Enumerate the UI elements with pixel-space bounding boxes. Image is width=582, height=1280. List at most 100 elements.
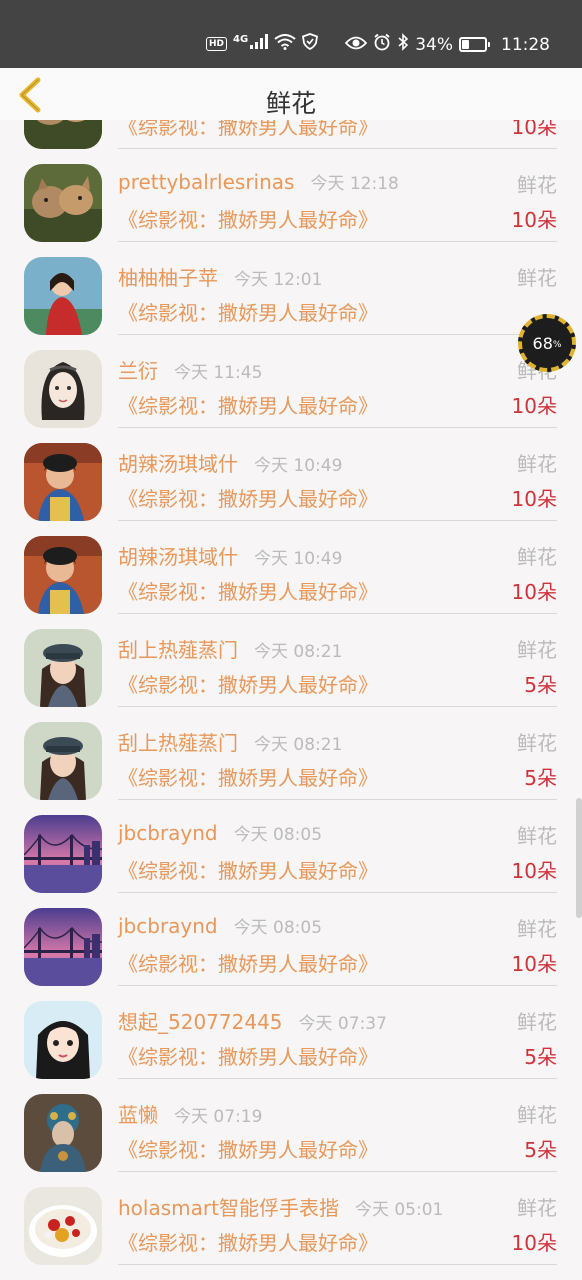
avatar[interactable] [24,257,102,335]
book-title[interactable]: 《综影视：撒娇男人最好命》 [118,669,378,698]
timestamp: 今天 08:05 [233,825,323,845]
hd-badge: HD [206,36,228,51]
timestamp: 今天 10:49 [254,456,343,476]
timestamp: 今天 08:21 [254,735,343,755]
list-item[interactable]: 胡辣汤琪域什 今天 10:49 鲜花《综影视：撒娇男人最好命》 10朵 [0,435,582,528]
list-item[interactable]: 蓝懒 今天 07:19 鲜花《综影视：撒娇男人最好命》 5朵 [0,1086,582,1179]
divider [118,1171,557,1172]
avatar[interactable] [24,722,102,800]
list-item[interactable]: 胡辣汤琪域什 今天 10:49 鲜花 《综影视：撒娇男人最好命》 10朵 [0,528,582,621]
speed-unit: % [552,340,562,350]
flower-count: 10朵 [511,394,557,418]
nickname-text: 想起_520772445 [118,1010,283,1034]
book-title[interactable]: 《综影视：撒娇男人最好命》 [118,948,378,977]
avatar[interactable] [24,629,102,707]
divider [118,799,557,800]
book-title[interactable]: 《综影视：撒娇男人最好命》 [118,762,378,791]
nickname-text: 柚柚柚子苹 [118,266,218,290]
gift-type: 鲜花 [517,1010,557,1034]
nickname-text: jbcbraynd [118,821,218,845]
gift-type: 鲜花 [517,266,557,290]
avatar[interactable] [24,120,102,149]
user-nickname: 刮上热薤蒸门 今天 08:21 [118,727,342,756]
flower-count: 10朵 [511,487,557,511]
list-item[interactable]: 柚柚柚子苹 今天 12:01 鲜花 《综影视：撒娇男人最好命》 [0,249,582,342]
list-item[interactable]: prettybalrlesrinas 今天 12:18 鲜花《综影视：撒娇男人最好命… [0,156,582,249]
divider [118,985,557,986]
status-right: 34% 11:28 [344,33,550,56]
flower-count: 10朵 [511,120,557,139]
list-item[interactable]: 想起_520772445 今天 07:37 鲜花《综影视：撒娇男人最好命》 5朵 [0,993,582,1086]
signal-icon [250,34,269,53]
alarm-icon [373,33,391,56]
avatar[interactable] [24,350,102,428]
flower-count: 10朵 [511,208,557,232]
book-title[interactable]: 《综影视：撒娇男人最好命》 [118,855,378,884]
user-nickname: prettybalrlesrinas 今天 12:18 [118,169,399,194]
user-nickname: jbcbraynd 今天 08:05 [118,913,322,938]
list-item[interactable]: jbcbraynd 今天 08:05 鲜花《综影视：撒娇男人最好命》 10朵 [0,807,582,900]
user-nickname: 想起_520772445 今天 07:37 [118,1006,387,1035]
user-nickname: 兰衍 今天 11:45 [118,355,262,384]
nickname-text: 胡辣汤琪域什 [118,452,238,476]
user-nickname: holasmart智能俘手表揩 今天 05:01 [118,1192,443,1221]
gift-type: 鲜花 [517,1103,557,1127]
nickname-text: holasmart智能俘手表揩 [118,1196,339,1220]
gift-type: 鲜花 [517,638,557,662]
book-title[interactable]: 《综影视：撒娇男人最好命》 [118,297,378,326]
divider [118,892,557,893]
flower-list[interactable]: 《综影视：撒娇男人最好命》 10朵 prettybalrlesrinas 今天 12:… [0,120,582,1280]
user-nickname: 蓝懒 今天 07:19 [118,1099,262,1128]
list-item[interactable]: 《综影视：撒娇男人最好命》 10朵 [0,120,582,156]
list-item[interactable]: 兰衍 今天 11:45 鲜花 《综影视：撒娇男人最好命》 10朵 [0,342,582,435]
battery-fill [462,40,470,49]
list-item[interactable]: 刮上热薤蒸门 今天 08:21 鲜花 《综影视：撒娇男人最好命》 5朵 [0,714,582,807]
user-nickname: 胡辣汤琪域什 今天 10:49 [118,448,342,477]
book-title[interactable]: 《综影视：撒娇男人最好命》 [118,483,378,512]
list-item[interactable]: jbcbraynd 今天 08:05 鲜花 《综影视：撒娇男人最好命》 10朵 [0,900,582,993]
avatar[interactable] [24,1001,102,1079]
divider [118,520,557,521]
avatar[interactable] [24,164,102,242]
nickname-text: 胡辣汤琪域什 [118,545,238,569]
gift-type: 鲜花 [517,824,557,848]
book-title[interactable]: 《综影视：撒娇男人最好命》 [118,390,378,419]
avatar[interactable] [24,908,102,986]
divider [118,148,557,149]
speed-overlay-badge[interactable]: 68% [518,314,576,372]
gift-type: 鲜花 [517,452,557,476]
speed-percent: 68 [532,333,553,353]
gift-type: 鲜花 [517,173,557,197]
avatar[interactable] [24,443,102,521]
avatar[interactable] [24,1094,102,1172]
timestamp: 今天 07:37 [298,1014,387,1034]
flower-count: 5朵 [524,1138,557,1162]
app-header: 鲜花 [0,68,582,120]
divider [118,241,557,242]
list-item[interactable]: 刮上热薤蒸门 今天 08:21 鲜花 《综影视：撒娇男人最好命》 5朵 [0,621,582,714]
timestamp: 今天 10:49 [254,549,343,569]
avatar[interactable] [24,815,102,893]
avatar[interactable] [24,1187,102,1265]
book-title[interactable]: 《综影视：撒娇男人最好命》 [118,1134,378,1163]
nickname-text: 刮上热薤蒸门 [118,731,238,755]
scrollbar[interactable] [576,798,582,918]
wifi-icon [274,33,296,54]
book-title[interactable]: 《综影视：撒娇男人最好命》 [118,1227,378,1256]
status-left: HD 4G [206,33,319,54]
divider [118,706,557,707]
divider [118,427,557,428]
book-title[interactable]: 《综影视：撒娇男人最好命》 [118,120,378,140]
user-nickname: 刮上热薤蒸门 今天 08:21 [118,634,342,663]
timestamp: 今天 08:21 [254,642,343,662]
divider [118,1078,557,1079]
list-item[interactable]: holasmart智能俘手表揩 今天 05:01 鲜花 《综影视：撒娇男人最好命》 10… [0,1179,582,1272]
flower-count: 10朵 [511,859,557,883]
book-title[interactable]: 《综影视：撒娇男人最好命》 [118,1041,378,1070]
avatar[interactable] [24,536,102,614]
book-title[interactable]: 《综影视：撒娇男人最好命》 [118,204,378,233]
flower-count: 5朵 [524,1045,557,1069]
divider [118,334,557,335]
book-title[interactable]: 《综影视：撒娇男人最好命》 [118,576,378,605]
gift-type: 鲜花 [517,1196,557,1220]
